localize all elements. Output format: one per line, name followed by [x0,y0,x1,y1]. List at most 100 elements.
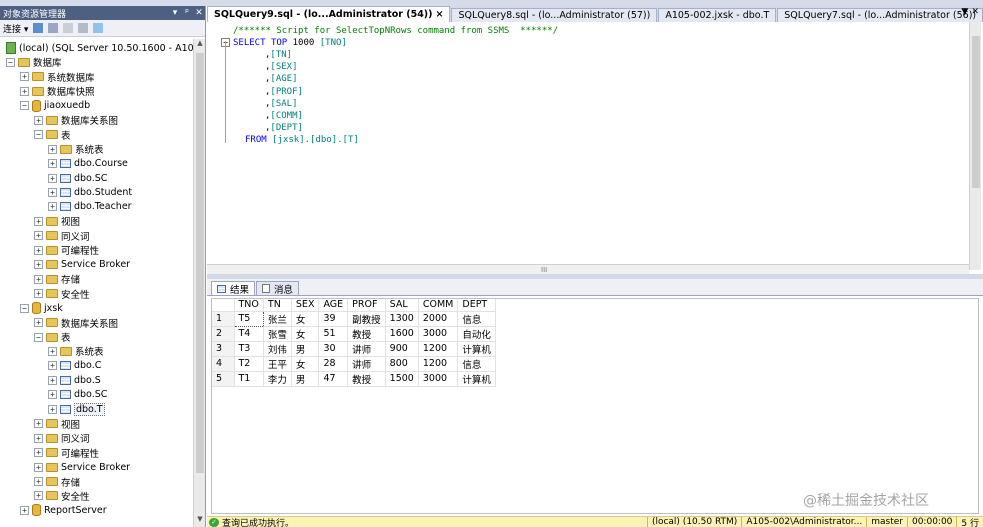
tab-messages[interactable]: 消息 [256,281,300,296]
tree-item-jk-service-broker[interactable]: + Service Broker [34,460,130,474]
results-grid[interactable]: TNO TN SEX AGE PROF SAL COMM DEPT 1 T5 张兰女 39 副教授 13… [211,298,979,514]
connect-icon[interactable] [33,23,44,33]
table-row[interactable]: 1 T5 张兰女 39 副教授 1300 2000 信息 [212,310,496,327]
expand-icon[interactable]: + [34,289,43,299]
table-cell[interactable]: 教授 [347,326,386,342]
table-cell[interactable]: 1300 [385,311,419,327]
table-cell[interactable]: T3 [234,341,264,357]
column-header-sal[interactable]: SAL [385,299,419,312]
table-cell[interactable]: 800 [385,356,419,372]
table-cell[interactable]: 1200 [418,341,459,357]
collapse-icon[interactable]: − [20,303,29,313]
expand-icon[interactable]: + [34,216,43,226]
tree-item-jk-systables[interactable]: + 系统表 [48,344,104,358]
table-cell[interactable]: 3000 [418,326,459,342]
object-explorer-scrollbar[interactable]: ▲ ▼ [193,39,205,527]
expand-icon[interactable]: + [34,274,43,284]
tree-item-jx-synonyms[interactable]: + 同义词 [34,229,90,243]
expand-icon[interactable]: + [34,462,43,472]
table-cell[interactable]: 计算机 [457,341,496,357]
scroll-up-icon[interactable]: ▲ [194,39,206,51]
tree-item-jx-course[interactable]: + dbo.Course [48,157,128,171]
column-header-tno[interactable]: TNO [234,299,264,312]
expand-icon[interactable]: + [20,86,29,96]
tree-item-jiaoxuedb[interactable]: − jiaoxuedb [20,99,90,113]
tree-item-system-db[interactable]: + 系统数据库 [20,70,95,84]
table-cell[interactable]: 计算机 [457,371,496,387]
tree-item-jx-systables[interactable]: + 系统表 [48,142,104,156]
expand-icon[interactable]: + [34,318,43,328]
table-cell[interactable]: 王平 [263,356,292,372]
tree-item-jx-tables[interactable]: − 表 [34,128,71,142]
tab-document-3[interactable]: A105-002.jxsk - dbo.T [658,8,777,22]
table-row[interactable]: 4 T2 王平女 28 讲师 800 1200 信息 [212,356,496,372]
tree-item-jk-programmability[interactable]: + 可编程性 [34,446,99,460]
tree-item-jk-views[interactable]: + 视图 [34,417,80,431]
table-cell[interactable]: 副教授 [347,311,386,327]
tree-item-jx-diagrams[interactable]: + 数据库关系图 [34,113,118,127]
expand-icon[interactable]: + [20,505,29,515]
table-cell[interactable]: 1200 [418,356,459,372]
row-number[interactable]: 3 [212,341,235,357]
table-cell[interactable]: 女 [291,326,320,342]
tab-results[interactable]: 结果 [211,281,256,296]
refresh-icon[interactable] [93,23,104,33]
table-cell[interactable]: 47 [318,371,349,387]
row-number[interactable]: 5 [212,371,235,387]
tree-item-jx-storage[interactable]: + 存储 [34,272,80,286]
expand-icon[interactable]: + [48,173,57,183]
tree-item-jk-tables[interactable]: − 表 [34,330,71,344]
editor-horizontal-scrollbar[interactable]: III [207,264,969,274]
expand-icon[interactable]: + [34,231,43,241]
connect-button[interactable]: 连接 ▾ [3,22,28,35]
table-cell[interactable]: 30 [318,341,349,357]
expand-icon[interactable]: + [34,245,43,255]
tree-item-jk-t[interactable]: + dbo.T [48,402,105,416]
table-cell[interactable]: 女 [291,356,320,372]
tree-item-databases[interactable]: − 数据库 [6,55,62,69]
tree-item-jxsk[interactable]: − jxsk [20,301,63,315]
close-icon[interactable]: ✕ [193,8,205,18]
pin-icon[interactable]: ᵖ [181,8,193,18]
table-cell[interactable]: 1500 [385,371,419,387]
row-number[interactable]: 2 [212,326,235,342]
scroll-down-icon[interactable]: ▼ [194,515,206,527]
expand-icon[interactable]: + [34,448,43,458]
tab-document-4[interactable]: SQLQuery7.sql - (lo...Administrator (56)… [777,8,983,22]
expand-icon[interactable]: + [34,491,43,501]
column-header-dept[interactable]: DEPT [457,299,496,312]
table-row[interactable]: 5 T1 李力男 47 教授 1500 3000 计算机 [212,371,496,387]
expand-icon[interactable]: + [48,375,57,385]
expand-icon[interactable]: + [34,433,43,443]
tree-item-jx-student[interactable]: + dbo.Student [48,186,132,200]
column-header-tn[interactable]: TN [263,299,292,312]
tree-item-jk-storage[interactable]: + 存储 [34,475,80,489]
table-cell[interactable]: 1600 [385,326,419,342]
tree-item-jx-sc[interactable]: + dbo.SC [48,171,107,185]
table-cell[interactable]: 李力 [263,371,292,387]
scroll-grip-icon[interactable]: III [541,266,547,274]
expand-icon[interactable]: + [48,202,57,212]
tree-item-db-snapshots[interactable]: + 数据库快照 [20,84,95,98]
table-cell[interactable]: 28 [318,356,349,372]
collapse-icon[interactable]: − [34,332,43,342]
table-cell[interactable]: 自动化 [457,326,496,342]
tree-item-jk-synonyms[interactable]: + 同义词 [34,431,90,445]
table-cell[interactable]: 39 [318,311,349,327]
tree-item-jx-programmability[interactable]: + 可编程性 [34,243,99,257]
row-number[interactable]: 4 [212,356,235,372]
tab-document-1[interactable]: SQLQuery9.sql - (lo...Administrator (54)… [207,6,451,22]
table-cell[interactable]: 2000 [418,311,459,327]
tree-item-jx-security[interactable]: + 安全性 [34,287,90,301]
column-header-comm[interactable]: COMM [418,299,459,312]
tree-item-jk-s[interactable]: + dbo.S [48,373,101,387]
expand-icon[interactable]: + [48,404,57,414]
table-cell[interactable]: 3000 [418,371,459,387]
tree-item-jk-security[interactable]: + 安全性 [34,489,90,503]
table-cell[interactable]: 张兰 [263,311,292,327]
table-cell[interactable]: T4 [234,326,264,342]
disconnect-icon[interactable] [48,23,59,33]
tab-document-2[interactable]: SQLQuery8.sql - (lo...Administrator (57)… [451,8,658,22]
expand-icon[interactable]: + [34,419,43,429]
table-row[interactable]: 3 T3 刘伟男 30 讲师 900 1200 计算机 [212,341,496,357]
